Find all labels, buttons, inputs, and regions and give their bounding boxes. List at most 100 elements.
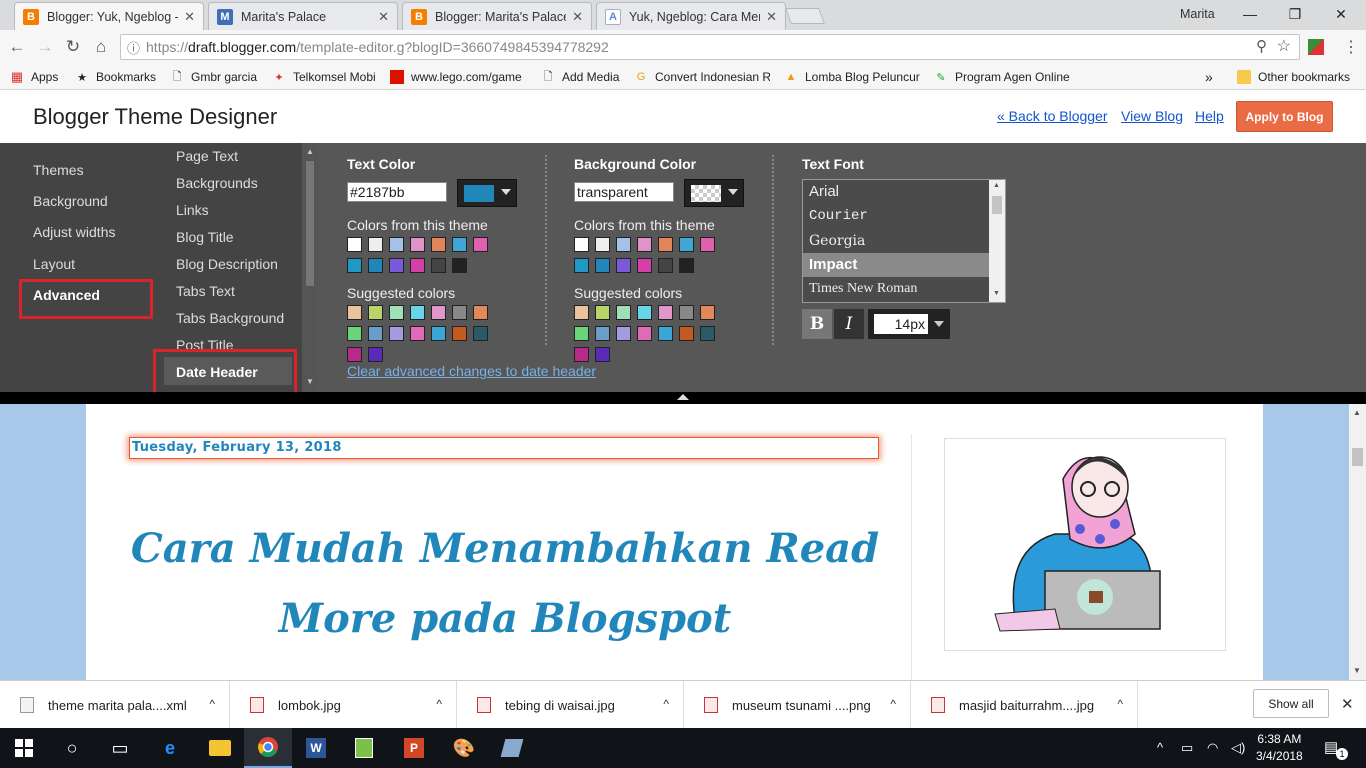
- scroll-thumb[interactable]: [306, 161, 314, 286]
- close-downloads-icon[interactable]: ✕: [1341, 695, 1354, 713]
- bookmark-program-agen[interactable]: ✎ Program Agen Online: [934, 68, 1070, 86]
- scroll-thumb[interactable]: [992, 196, 1002, 214]
- preview-scrollbar[interactable]: ▲ ▼: [1349, 404, 1366, 680]
- bookmark-other[interactable]: Other bookmarks: [1237, 68, 1357, 86]
- color-swatch[interactable]: [473, 326, 488, 341]
- color-swatch[interactable]: [389, 305, 404, 320]
- color-swatch[interactable]: [574, 347, 589, 362]
- color-swatch[interactable]: [616, 326, 631, 341]
- color-swatch[interactable]: [347, 237, 362, 252]
- color-swatch[interactable]: [368, 237, 383, 252]
- bookmark-add-media[interactable]: 🗋 Add Media: [541, 68, 626, 86]
- clock[interactable]: 6:38 AM 3/4/2018: [1256, 731, 1303, 765]
- zoom-icon[interactable]: ⚲: [1256, 37, 1267, 55]
- help-link[interactable]: Help: [1195, 108, 1224, 124]
- color-swatch[interactable]: [431, 326, 446, 341]
- font-option-courier[interactable]: Courier: [803, 204, 989, 228]
- color-swatch[interactable]: [452, 258, 467, 273]
- tab-blogger-maritas-palace[interactable]: B Blogger: Marita's Palace ✕: [402, 2, 592, 30]
- notepad-plus-icon[interactable]: [340, 728, 388, 768]
- color-swatch[interactable]: [452, 326, 467, 341]
- bold-button[interactable]: B: [802, 309, 832, 339]
- color-swatch[interactable]: [679, 258, 694, 273]
- color-swatch[interactable]: [368, 258, 383, 273]
- chevron-up-icon[interactable]: ^: [890, 697, 896, 711]
- subnav-links[interactable]: Links: [176, 202, 209, 218]
- search-icon[interactable]: ○: [48, 728, 96, 768]
- scroll-up-icon[interactable]: ▲: [1353, 408, 1361, 417]
- bookmark-gmbr-garcia[interactable]: 🗋 Gmbr garcia: [170, 68, 260, 86]
- subnav-tabs-background[interactable]: Tabs Background: [176, 310, 284, 326]
- scroll-up-icon[interactable]: ▲: [993, 182, 1000, 189]
- color-swatch[interactable]: [368, 347, 383, 362]
- color-swatch[interactable]: [637, 237, 652, 252]
- close-tab-icon[interactable]: ✕: [766, 9, 777, 25]
- panel-resize-bar[interactable]: [0, 392, 1366, 404]
- download-item[interactable]: tebing di waisai.jpg ^: [457, 681, 684, 729]
- font-option-impact[interactable]: Impact: [803, 253, 989, 277]
- more-bookmarks-chevron[interactable]: »: [1205, 68, 1219, 86]
- color-swatch[interactable]: [658, 326, 673, 341]
- forward-icon[interactable]: →: [34, 36, 56, 58]
- color-swatch[interactable]: [637, 305, 652, 320]
- chevron-up-icon[interactable]: ^: [1117, 697, 1123, 711]
- view-blog-link[interactable]: View Blog: [1121, 108, 1183, 124]
- color-swatch[interactable]: [574, 237, 589, 252]
- menu-icon[interactable]: ⋮: [1340, 36, 1362, 58]
- background-color-picker-button[interactable]: [684, 179, 744, 207]
- subnav-scrollbar[interactable]: ▲ ▼: [302, 143, 318, 392]
- text-color-input[interactable]: #2187bb: [347, 182, 447, 202]
- date-header[interactable]: Tuesday, February 13, 2018: [129, 437, 879, 459]
- scroll-down-icon[interactable]: ▼: [306, 377, 314, 386]
- color-swatch[interactable]: [347, 347, 362, 362]
- font-option-georgia[interactable]: Georgia: [803, 229, 989, 253]
- color-swatch[interactable]: [595, 347, 610, 362]
- tab-blogger-yuk-ngeblog[interactable]: B Blogger: Yuk, Ngeblog - T ✕: [14, 2, 204, 30]
- home-icon[interactable]: ⌂: [90, 36, 112, 58]
- clear-advanced-changes-link[interactable]: Clear advanced changes to date header: [347, 363, 596, 379]
- edge-icon[interactable]: e: [146, 728, 194, 768]
- download-item[interactable]: masjid baiturrahm....jpg ^: [911, 681, 1138, 729]
- nav-adjust-widths[interactable]: Adjust widths: [33, 224, 115, 240]
- color-swatch[interactable]: [410, 305, 425, 320]
- font-size-select[interactable]: 14px: [868, 309, 950, 339]
- battery-icon[interactable]: ▭: [1181, 740, 1193, 756]
- close-tab-icon[interactable]: ✕: [184, 9, 195, 25]
- back-to-blogger-link[interactable]: « Back to Blogger: [997, 108, 1108, 124]
- download-item[interactable]: theme marita pala....xml ^: [0, 681, 230, 729]
- scroll-down-icon[interactable]: ▼: [1353, 666, 1361, 675]
- profile-name[interactable]: Marita: [1180, 7, 1215, 21]
- chevron-up-icon[interactable]: ^: [663, 697, 669, 711]
- scroll-up-icon[interactable]: ▲: [306, 147, 314, 156]
- color-swatch[interactable]: [574, 305, 589, 320]
- color-swatch[interactable]: [658, 237, 673, 252]
- italic-button[interactable]: I: [834, 309, 864, 339]
- address-bar[interactable]: ⓘ https://draft.blogger.com/template-edi…: [120, 34, 1300, 60]
- close-tab-icon[interactable]: ✕: [572, 9, 583, 25]
- nav-layout[interactable]: Layout: [33, 256, 75, 272]
- new-tab-button[interactable]: [785, 8, 825, 24]
- color-swatch[interactable]: [473, 237, 488, 252]
- color-swatch[interactable]: [637, 326, 652, 341]
- color-swatch[interactable]: [595, 305, 610, 320]
- file-explorer-icon[interactable]: [196, 728, 244, 768]
- powerpoint-icon[interactable]: P: [390, 728, 438, 768]
- color-swatch[interactable]: [658, 258, 673, 273]
- bookmark-bookmarks[interactable]: ★ Bookmarks: [75, 68, 160, 86]
- color-swatch[interactable]: [368, 305, 383, 320]
- color-swatch[interactable]: [389, 258, 404, 273]
- wifi-icon[interactable]: ◠: [1207, 740, 1218, 756]
- subnav-post-title[interactable]: Post Title: [176, 337, 234, 349]
- font-list-scrollbar[interactable]: ▲ ▼: [989, 180, 1005, 302]
- bookmark-star-icon[interactable]: ☆: [1277, 36, 1291, 56]
- subnav-blog-title[interactable]: Blog Title: [176, 229, 234, 245]
- paint-icon[interactable]: 🎨: [440, 728, 488, 768]
- color-swatch[interactable]: [347, 258, 362, 273]
- chevron-up-icon[interactable]: ^: [436, 697, 442, 711]
- tab-yuk-ngeblog-cara[interactable]: A Yuk, Ngeblog: Cara Mem ✕: [596, 2, 786, 30]
- font-option-times[interactable]: Times New Roman: [803, 277, 989, 301]
- color-swatch[interactable]: [473, 305, 488, 320]
- color-swatch[interactable]: [431, 237, 446, 252]
- chrome-icon[interactable]: [244, 728, 292, 768]
- font-list[interactable]: Arial Courier Georgia Impact Times New R…: [802, 179, 1006, 303]
